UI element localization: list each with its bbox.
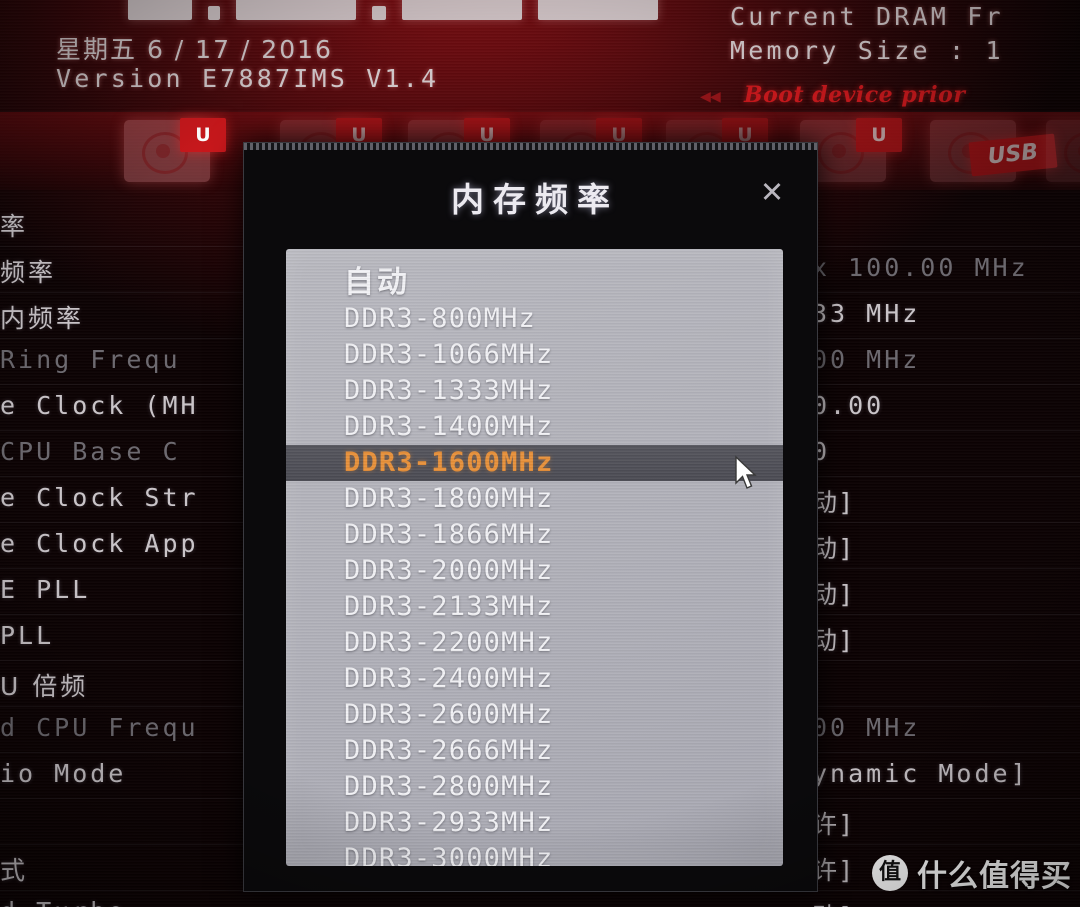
bios-setting-value: 00 MHz [812,345,921,374]
option-item[interactable]: DDR3-800MHz [286,301,783,337]
memory-frequency-dialog: 内存频率 ✕ 自动 DDR3-800MHz DDR3-1066MHz DDR3-133… [243,142,818,892]
bios-setting-value: 动] [812,897,853,907]
bios-setting-value: ynamic Mode] [812,759,1029,788]
usb-badge: U [856,118,902,152]
watermark: 值 什么值得买 [872,851,1072,895]
watermark-logo-icon: 值 [872,855,908,891]
option-item[interactable]: DDR3-1600MHz [286,445,783,481]
bios-setting-value: 动] [812,488,853,517]
bios-setting-value: 动] [812,580,853,609]
drive-icon [1046,120,1080,182]
option-item[interactable]: DDR3-3000MHz [286,841,783,866]
bios-setting-label: d Turbo [0,897,126,907]
bios-setting-value: 动] [812,626,853,655]
system-date: 星期五 6 / 17 / 2016 [56,35,333,64]
bios-setting-label: e Clock App [0,529,199,558]
close-icon[interactable]: ✕ [755,175,789,209]
option-item[interactable]: DDR3-2666MHz [286,733,783,769]
bios-screen: 星期五 6 / 17 / 2016 Version E7887IMS V1.4 … [0,0,1080,907]
usb-badge: U [180,118,226,152]
bios-header: 星期五 6 / 17 / 2016 Version E7887IMS V1.4 … [0,0,1080,112]
dialog-title: 内存频率 [451,180,619,219]
option-item[interactable]: DDR3-1866MHz [286,517,783,553]
bios-setting-value: 许] [812,856,853,885]
option-item[interactable]: DDR3-1333MHz [286,373,783,409]
option-item[interactable]: 自动 [286,265,783,301]
bios-setting-label: io Mode [0,759,127,788]
option-list[interactable]: 自动 DDR3-800MHz DDR3-1066MHz DDR3-1333MHz DDR… [286,265,783,866]
option-item[interactable]: DDR3-2933MHz [286,805,783,841]
bios-setting-label: PLL [0,621,55,650]
bios-setting-label: 式 [0,856,29,885]
bios-setting-label: Ring Frequ [0,345,181,374]
bios-setting-value: 0.00 [812,391,885,420]
option-item[interactable]: DDR3-2800MHz [286,769,783,805]
option-item[interactable]: DDR3-1066MHz [286,337,783,373]
bios-setting-value: 许] [812,810,853,839]
boot-scroll-left-icon[interactable]: ◀◀ [700,86,721,107]
option-list-panel[interactable]: 自动 DDR3-800MHz DDR3-1066MHz DDR3-1333MHz DDR… [286,249,783,866]
bios-setting-label: 内频率 [0,304,85,333]
option-item[interactable]: DDR3-2133MHz [286,589,783,625]
current-dram-frequency-label: Current DRAM Fr [730,2,1004,31]
option-item[interactable]: DDR3-2000MHz [286,553,783,589]
bios-setting-label: E PLL [0,575,91,604]
bios-setting-label: e Clock Str [0,483,199,512]
bios-setting-label: d CPU Frequ [0,713,199,742]
option-item[interactable]: DDR3-1800MHz [286,481,783,517]
dialog-top-stripe [244,143,817,150]
brand-logo [128,0,688,20]
bios-setting-label: CPU Base C [0,437,181,466]
option-item[interactable]: DDR3-2200MHz [286,625,783,661]
boot-device-priority-label: Boot device prior [744,82,966,108]
boot-device-1[interactable]: U [124,118,226,182]
bios-setting-value: 33 MHz [812,299,921,328]
bios-setting-value: 00 MHz [812,713,921,742]
bios-setting-label: U 倍频 [0,672,89,701]
boot-device-8[interactable]: U [1046,120,1080,182]
bios-setting-label: e Clock (MH [0,391,199,420]
option-item[interactable]: DDR3-2600MHz [286,697,783,733]
bios-setting-label: 率 [0,212,29,241]
bios-setting-value: 动] [812,534,853,563]
bios-setting-value: x 100.00 MHz [812,253,1029,282]
boot-device-usb[interactable]: USB [930,120,1058,182]
option-item[interactable]: DDR3-2400MHz [286,661,783,697]
option-item[interactable]: DDR3-1400MHz [286,409,783,445]
memory-size-label: Memory Size : 1 [730,36,1004,65]
bios-setting-label: 频率 [0,258,57,287]
bios-version: Version E7887IMS V1.4 [56,64,440,93]
watermark-text: 什么值得买 [917,859,1072,894]
